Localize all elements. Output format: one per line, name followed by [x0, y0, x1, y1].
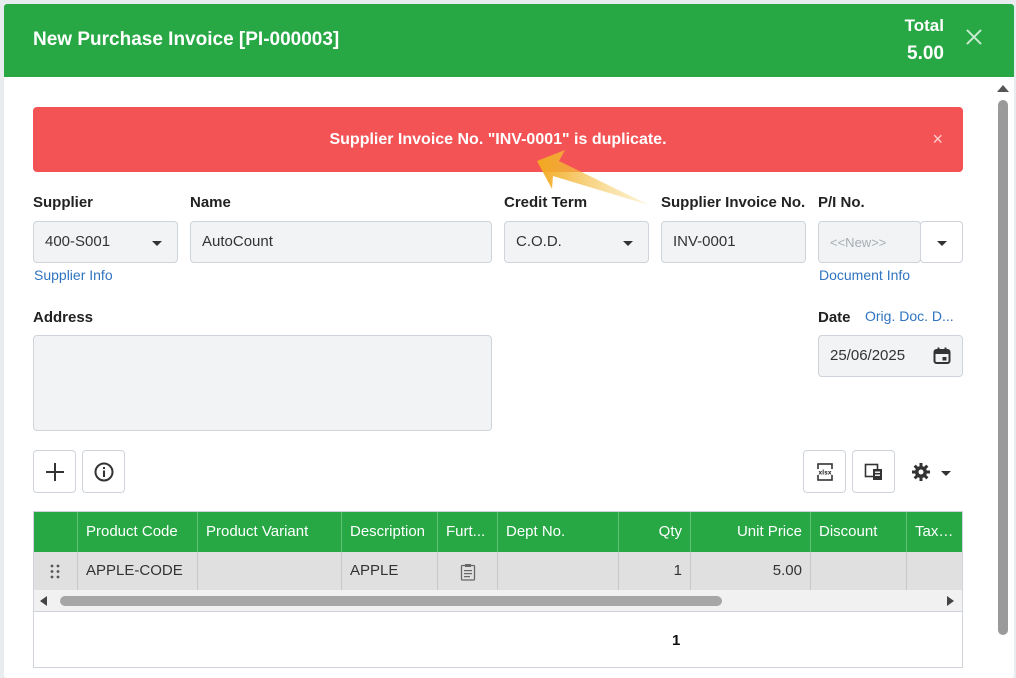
horizontal-scroll-thumb[interactable]	[60, 596, 722, 606]
cell-qty[interactable]: 1	[619, 552, 691, 590]
column-header-product-code[interactable]: Product Code	[78, 512, 198, 552]
column-header-product-variant[interactable]: Product Variant	[198, 512, 342, 552]
date-field[interactable]: 25/06/2025	[818, 335, 963, 377]
cell-product-code[interactable]: APPLE-CODE	[78, 552, 198, 590]
pi-no-placeholder: <<New>>	[830, 235, 887, 250]
vertical-scroll-thumb[interactable]	[998, 100, 1008, 635]
supplier-invoice-label: Supplier Invoice No.	[661, 194, 806, 211]
document-info-link[interactable]: Document Info	[819, 267, 910, 283]
purchase-invoice-modal: New Purchase Invoice [PI-000003] Total 5…	[4, 4, 1014, 678]
calendar-icon[interactable]	[933, 347, 951, 365]
scroll-left-icon[interactable]	[40, 596, 47, 606]
supplier-select[interactable]: 400-S001	[33, 221, 178, 263]
supplier-label: Supplier	[33, 194, 94, 211]
chevron-down-icon	[623, 241, 633, 246]
name-label: Name	[190, 194, 231, 211]
pi-no-label: P/I No.	[818, 194, 865, 211]
chevron-down-icon	[937, 241, 947, 246]
cell-unit-price[interactable]: 5.00	[691, 552, 811, 590]
name-value: AutoCount	[202, 233, 273, 250]
pi-no-field[interactable]: <<New>>	[818, 221, 921, 263]
column-header-unit-price[interactable]: Unit Price	[691, 512, 811, 552]
chevron-down-icon	[941, 471, 951, 476]
svg-text:xlsx: xlsx	[818, 470, 831, 477]
scroll-up-icon[interactable]	[997, 85, 1009, 92]
horizontal-scrollbar[interactable]	[34, 590, 962, 612]
date-label: Date	[818, 309, 851, 326]
column-header-dept-no[interactable]: Dept No.	[498, 512, 619, 552]
scroll-right-icon[interactable]	[947, 596, 954, 606]
column-header-qty[interactable]: Qty	[619, 512, 691, 552]
credit-term-label: Credit Term	[504, 194, 588, 211]
cell-product-variant[interactable]	[198, 552, 342, 590]
gear-icon	[912, 463, 930, 481]
credit-term-value: C.O.D.	[516, 233, 562, 250]
footer-total-qty: 1	[672, 632, 681, 649]
column-header-discount[interactable]: Discount	[811, 512, 907, 552]
column-header-further[interactable]: Furt...	[438, 512, 498, 552]
address-field[interactable]	[33, 335, 492, 431]
copy-document-button[interactable]	[852, 450, 895, 493]
add-row-button[interactable]	[33, 450, 76, 493]
export-xlsx-button[interactable]: xlsx	[803, 450, 846, 493]
cell-discount[interactable]	[811, 552, 907, 590]
cell-description[interactable]: APPLE	[342, 552, 438, 590]
settings-menu[interactable]	[909, 459, 955, 485]
info-button[interactable]	[82, 450, 125, 493]
name-field[interactable]: AutoCount	[190, 221, 492, 263]
items-grid: Product Code Product Variant Description…	[33, 511, 963, 668]
pi-no-dropdown-button[interactable]	[920, 221, 963, 263]
address-label: Address	[33, 309, 94, 326]
supplier-info-link[interactable]: Supplier Info	[34, 267, 113, 283]
copy-icon	[864, 463, 882, 480]
xlsx-icon: xlsx	[816, 463, 834, 481]
cell-tax-code[interactable]	[907, 552, 962, 590]
supplier-value: 400-S001	[45, 233, 111, 250]
column-header-tax-code[interactable]: Tax Co	[907, 512, 962, 552]
table-row[interactable]: APPLE-CODE APPLE 1 5.00	[34, 552, 962, 590]
vertical-scrollbar[interactable]	[996, 82, 1010, 678]
row-drag-handle[interactable]	[34, 552, 78, 590]
drag-handle-icon	[50, 564, 60, 579]
info-icon	[94, 462, 114, 482]
cell-dept-no[interactable]	[498, 552, 619, 590]
grid-header: Product Code Product Variant Description…	[34, 512, 962, 552]
column-header-description[interactable]: Description	[342, 512, 438, 552]
clipboard-icon[interactable]	[460, 563, 476, 581]
orig-doc-date-link[interactable]: Orig. Doc. D...	[865, 308, 954, 324]
date-value: 25/06/2025	[830, 347, 906, 364]
supplier-invoice-field[interactable]: INV-0001	[661, 221, 806, 263]
chevron-down-icon	[152, 241, 162, 246]
credit-term-select[interactable]: C.O.D.	[504, 221, 649, 263]
supplier-invoice-value: INV-0001	[673, 233, 736, 250]
plus-icon	[46, 463, 64, 481]
cell-further-description[interactable]	[438, 552, 498, 590]
column-header-handle	[34, 512, 78, 552]
